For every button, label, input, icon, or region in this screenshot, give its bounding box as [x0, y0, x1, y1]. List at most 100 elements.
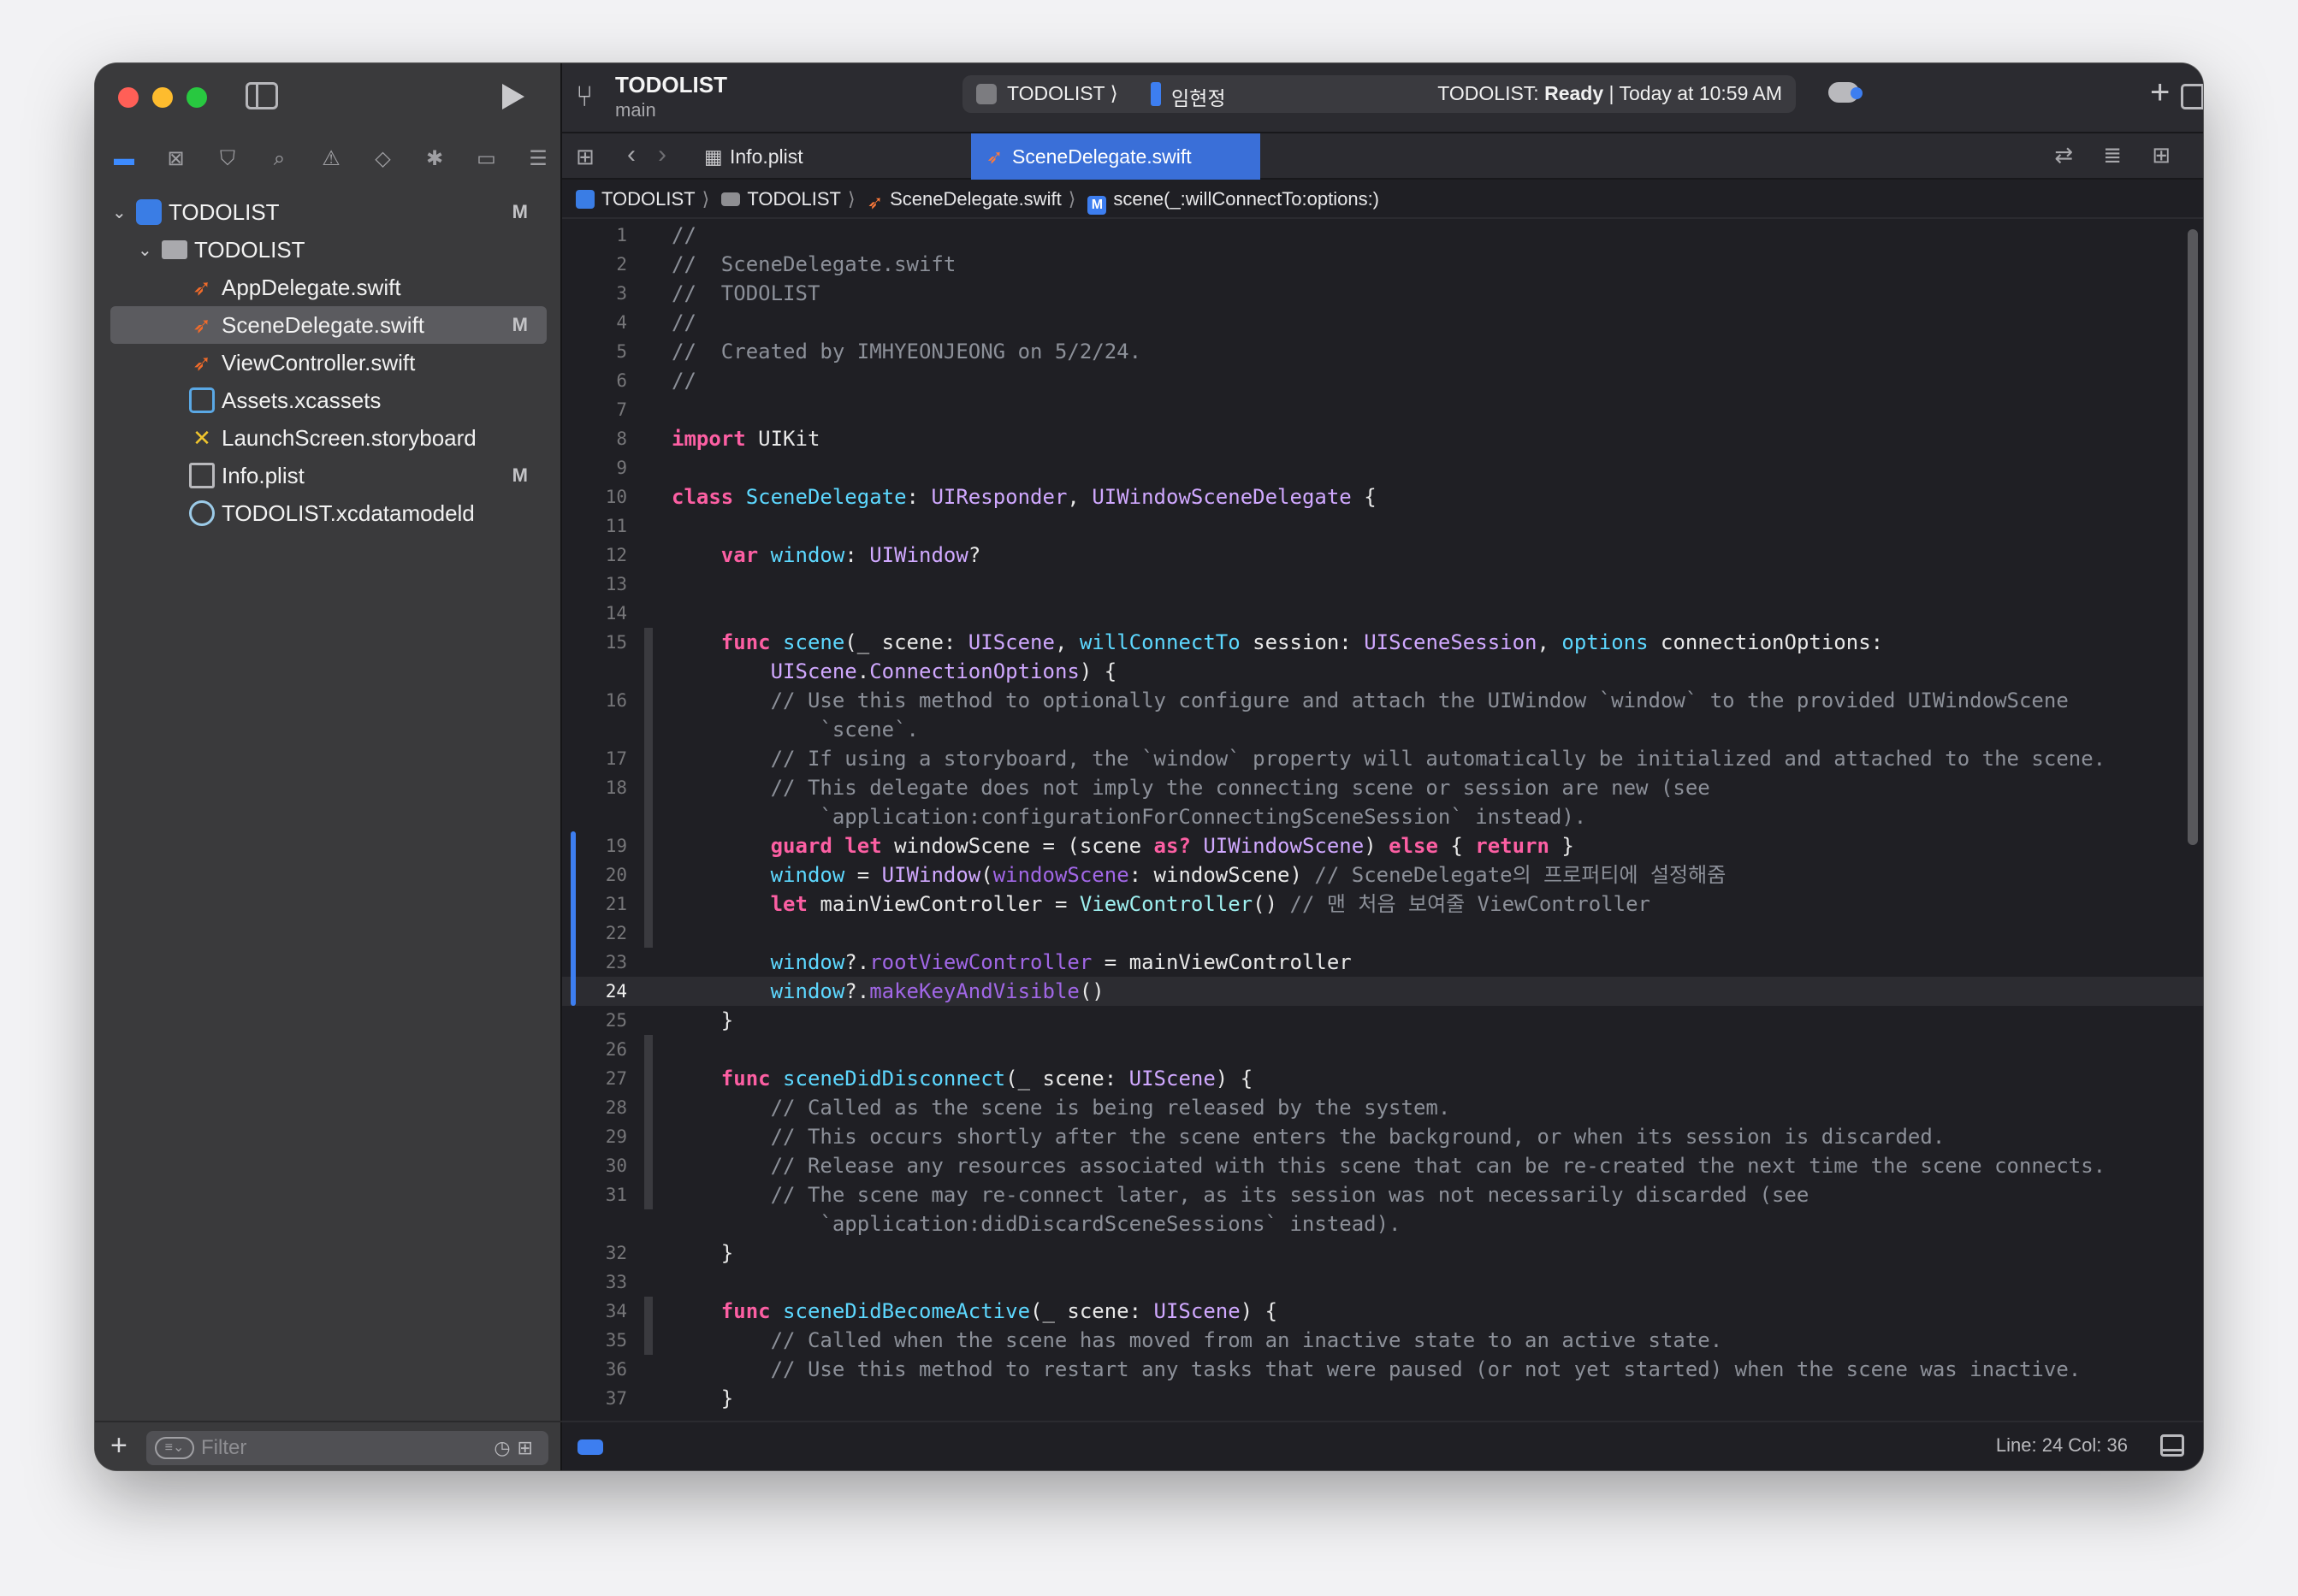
- code-line[interactable]: 11: [562, 511, 2203, 541]
- line-number[interactable]: 9: [562, 453, 627, 482]
- folder-icon[interactable]: ▬: [109, 144, 139, 174]
- inspector-toggle-icon[interactable]: [2181, 84, 2203, 109]
- code-line[interactable]: 18 // This delegate does not imply the c…: [562, 773, 2203, 802]
- code-line[interactable]: 5 // Created by IMHYEONJEONG on 5/2/24.: [562, 337, 2203, 366]
- code-line[interactable]: 34 func sceneDidBecomeActive(_ scene: UI…: [562, 1297, 2203, 1326]
- code-line[interactable]: 13: [562, 570, 2203, 599]
- branch-name[interactable]: main: [615, 99, 656, 121]
- recent-files-icon[interactable]: ◷⊞: [494, 1437, 540, 1459]
- bookmark-icon[interactable]: ⛉: [212, 144, 243, 174]
- breadcrumb-item[interactable]: scene(_:willConnectTo:options:): [1113, 188, 1379, 210]
- code-line[interactable]: `application:configurationForConnectingS…: [562, 802, 2203, 831]
- line-number[interactable]: 3: [562, 279, 627, 308]
- code-line[interactable]: 28 // Called as the scene is being relea…: [562, 1093, 2203, 1122]
- source-editor[interactable]: 1 // 2 // SceneDelegate.swift 3 // TODOLIST 4 /…: [562, 221, 2203, 1421]
- code-folding-ribbon[interactable]: [644, 1297, 653, 1355]
- tree-item[interactable]: Assets.xcassets: [95, 381, 562, 419]
- line-number[interactable]: 10: [562, 482, 627, 511]
- code-line[interactable]: 27 func sceneDidDisconnect(_ scene: UISc…: [562, 1064, 2203, 1093]
- line-number[interactable]: 6: [562, 366, 627, 395]
- line-number[interactable]: 2: [562, 250, 627, 279]
- debug-icon[interactable]: ✱: [419, 144, 450, 174]
- line-number[interactable]: 7: [562, 395, 627, 424]
- code-line[interactable]: 9: [562, 453, 2203, 482]
- code-line[interactable]: 30 // Release any resources associated w…: [562, 1151, 2203, 1180]
- line-number[interactable]: 25: [562, 1006, 627, 1035]
- code-line[interactable]: 23 window?.rootViewController = mainView…: [562, 948, 2203, 977]
- related-items-icon[interactable]: ⊞: [576, 144, 595, 170]
- code-line[interactable]: 16 // Use this method to optionally conf…: [562, 686, 2203, 715]
- line-number[interactable]: 36: [562, 1355, 627, 1384]
- code-line[interactable]: 4 //: [562, 308, 2203, 337]
- line-number[interactable]: 34: [562, 1297, 627, 1326]
- code-line[interactable]: 36 // Use this method to restart any tas…: [562, 1355, 2203, 1384]
- tree-item[interactable]: ✕ LaunchScreen.storyboard: [95, 419, 562, 457]
- code-line[interactable]: 29 // This occurs shortly after the scen…: [562, 1122, 2203, 1151]
- code-line[interactable]: 3 // TODOLIST: [562, 279, 2203, 308]
- disclosure-chevron-icon[interactable]: ⌄: [112, 202, 129, 223]
- code-line[interactable]: 14: [562, 599, 2203, 628]
- code-line[interactable]: 32 }: [562, 1238, 2203, 1268]
- code-line[interactable]: 2 // SceneDelegate.swift: [562, 250, 2203, 279]
- back-icon[interactable]: ‹: [627, 140, 636, 169]
- code-line[interactable]: 25 }: [562, 1006, 2203, 1035]
- tree-item[interactable]: TODOLIST.xcdatamodeld: [95, 494, 562, 532]
- line-number[interactable]: 14: [562, 599, 627, 628]
- warning-icon[interactable]: ⚠: [316, 144, 346, 174]
- minimize-window-button[interactable]: [152, 87, 173, 108]
- line-number[interactable]: 35: [562, 1326, 627, 1355]
- line-number[interactable]: 11: [562, 511, 627, 541]
- breakpoint-icon[interactable]: ▭: [471, 144, 502, 174]
- code-line[interactable]: 37 }: [562, 1384, 2203, 1413]
- breadcrumb-item[interactable]: TODOLIST: [601, 188, 696, 210]
- code-line[interactable]: `scene`.: [562, 715, 2203, 744]
- report-icon[interactable]: ☰: [523, 144, 554, 174]
- tree-item[interactable]: Info.plist M: [95, 457, 562, 494]
- line-number[interactable]: 4: [562, 308, 627, 337]
- line-number[interactable]: 28: [562, 1093, 627, 1122]
- test-icon[interactable]: ◇: [368, 144, 399, 174]
- line-number[interactable]: 29: [562, 1122, 627, 1151]
- breadcrumb-item[interactable]: SceneDelegate.swift: [890, 188, 1062, 210]
- code-line[interactable]: 35 // Called when the scene has moved fr…: [562, 1326, 2203, 1355]
- code-line[interactable]: 10 class SceneDelegate: UIResponder, UIWi…: [562, 482, 2203, 511]
- run-icon[interactable]: [502, 84, 524, 109]
- tab-scenedelegate[interactable]: ➶ SceneDelegate.swift: [971, 133, 1260, 180]
- code-line[interactable]: 31 // The scene may re-connect later, as…: [562, 1180, 2203, 1209]
- tree-item[interactable]: ⌄ TODOLIST M: [95, 193, 562, 231]
- line-number[interactable]: 31: [562, 1180, 627, 1209]
- code-line[interactable]: 6 //: [562, 366, 2203, 395]
- breakpoints-toggle-icon[interactable]: [577, 1439, 603, 1455]
- line-number[interactable]: 16: [562, 686, 627, 715]
- code-folding-ribbon[interactable]: [644, 628, 653, 948]
- breadcrumb-item[interactable]: TODOLIST: [747, 188, 841, 210]
- close-window-button[interactable]: [118, 87, 139, 108]
- line-number[interactable]: 13: [562, 570, 627, 599]
- code-line[interactable]: 22: [562, 919, 2203, 948]
- filter-input[interactable]: ≡⌄ Filter ◷⊞: [146, 1431, 548, 1465]
- line-number[interactable]: 32: [562, 1238, 627, 1268]
- code-line[interactable]: 19 guard let windowScene = (scene as? UI…: [562, 831, 2203, 860]
- line-number[interactable]: 5: [562, 337, 627, 366]
- debug-area-toggle-icon[interactable]: [2160, 1434, 2184, 1457]
- tab-info-plist[interactable]: ▦ Info.plist: [704, 133, 860, 180]
- run-destination[interactable]: 임현정: [1171, 82, 1225, 111]
- code-folding-ribbon[interactable]: [644, 1035, 653, 1209]
- tree-item[interactable]: ➶ AppDelegate.swift: [95, 269, 562, 306]
- zoom-window-button[interactable]: [187, 87, 207, 108]
- code-line[interactable]: UIScene.ConnectionOptions) {: [562, 657, 2203, 686]
- line-number[interactable]: 30: [562, 1151, 627, 1180]
- line-number[interactable]: 26: [562, 1035, 627, 1064]
- scheme-selector[interactable]: TODOLIST ⟩: [1007, 82, 1118, 105]
- code-line[interactable]: 1 //: [562, 221, 2203, 250]
- forward-icon[interactable]: ›: [658, 140, 666, 169]
- code-line[interactable]: `application:didDiscardSceneSessions` in…: [562, 1209, 2203, 1238]
- source-change-indicator[interactable]: [571, 831, 576, 1006]
- code-line[interactable]: 17 // If using a storyboard, the `window…: [562, 744, 2203, 773]
- line-number[interactable]: 1: [562, 221, 627, 250]
- cloud-icon[interactable]: [1828, 82, 1863, 103]
- tree-item[interactable]: ➶ SceneDelegate.swift M: [110, 306, 547, 344]
- disclosure-chevron-icon[interactable]: ⌄: [138, 239, 155, 261]
- line-number[interactable]: 27: [562, 1064, 627, 1093]
- code-line[interactable]: 20 window = UIWindow(windowScene: window…: [562, 860, 2203, 890]
